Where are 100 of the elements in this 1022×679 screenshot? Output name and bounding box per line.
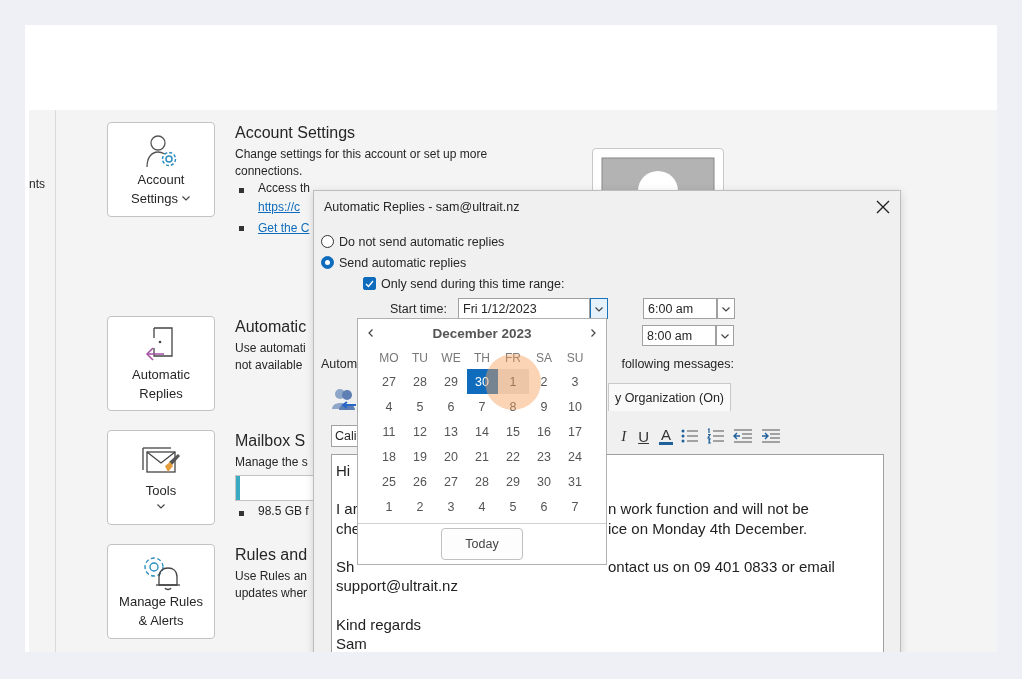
calendar-day[interactable]: 7	[559, 494, 591, 519]
weekday-label: MO	[378, 350, 400, 367]
caret-icon	[181, 193, 191, 203]
calendar-day[interactable]: 3	[559, 369, 591, 394]
tools-tile-button[interactable]: Tools	[107, 430, 215, 525]
close-button[interactable]	[876, 200, 890, 214]
time-field[interactable]: 8:00 am	[642, 325, 716, 346]
calendar-day[interactable]: 2	[528, 369, 560, 394]
section-description: updates wher	[235, 585, 308, 602]
calendar-day[interactable]: 5	[497, 494, 529, 519]
calendar-day[interactable]: 29	[497, 469, 529, 494]
calendar-day[interactable]: 11	[373, 419, 405, 444]
rules-tile-button[interactable]: Manage Rules & Alerts	[107, 544, 215, 639]
calendar-day[interactable]: 16	[528, 419, 560, 444]
numbered-list-icon[interactable]	[707, 428, 725, 444]
underline-button[interactable]: U	[636, 427, 651, 445]
calendar-day[interactable]: 26	[404, 469, 436, 494]
section-description: Use Rules an	[235, 568, 308, 585]
date-field[interactable]: Fri 1/12/2023	[458, 298, 590, 319]
italic-button[interactable]: I	[619, 427, 629, 445]
indent-icon[interactable]	[761, 428, 781, 444]
bullet-icon	[239, 226, 244, 231]
message-text: support@ultrait.nz	[336, 576, 458, 596]
people-icon[interactable]	[331, 387, 357, 411]
section-description: Manage the s	[235, 454, 309, 471]
checkbox[interactable]	[363, 277, 376, 290]
calendar-day[interactable]: 9	[528, 394, 560, 419]
calendar-day[interactable]: 30	[528, 469, 560, 494]
dropdown-button[interactable]	[716, 325, 734, 346]
radio-button[interactable]	[321, 235, 334, 248]
weekday-label: WE	[440, 350, 462, 367]
weekday-label: FR	[504, 350, 522, 367]
calendar-day[interactable]: 7	[466, 394, 498, 419]
message-text: Kind regards	[336, 614, 422, 634]
calendar-day[interactable]: 29	[435, 369, 467, 394]
dropdown-button[interactable]	[717, 298, 735, 319]
weekday-label: SU	[565, 350, 585, 367]
previous-month-button[interactable]	[366, 328, 376, 338]
tab[interactable]: y Organization (On)	[607, 383, 731, 411]
calendar-day[interactable]: 31	[559, 469, 591, 494]
dialog-title: Automatic Replies - sam@ultrait.nz	[324, 200, 520, 214]
checkbox-label: Only send during this time range:	[381, 276, 565, 291]
automatic-tile-button[interactable]: Automatic Replies	[107, 316, 215, 411]
radio-label: Send automatic replies	[339, 255, 467, 270]
calendar-day[interactable]: 27	[373, 369, 405, 394]
calendar-day[interactable]: 27	[435, 469, 467, 494]
calendar-day[interactable]: 30	[466, 369, 498, 394]
message-text: Hi	[336, 461, 351, 481]
message-text: Sam	[336, 633, 367, 652]
section-title: Account Settings	[235, 124, 357, 142]
font-field[interactable]: Cali	[331, 425, 358, 447]
account-tile-button[interactable]: Account Settings	[107, 122, 215, 217]
chevron-right-icon	[588, 328, 598, 338]
radio-button[interactable]	[321, 256, 334, 269]
month-title: December 2023	[432, 325, 532, 341]
section-title: Automatic	[235, 318, 307, 336]
section-description: Change settings for this account or set up more	[235, 146, 488, 163]
message-text: n work function and will not be	[608, 499, 809, 519]
message-text: Sh	[336, 556, 355, 577]
today-button[interactable]: Today	[441, 528, 523, 560]
weekday-label: SA	[535, 350, 553, 367]
dropdown-button[interactable]	[590, 298, 608, 319]
section-title: Mailbox S	[235, 432, 307, 450]
weekday-label: TU	[411, 350, 429, 367]
message-text: ontact us on 09 401 0833 or email	[608, 556, 835, 577]
bullet-text: Access th	[258, 180, 311, 197]
calendar-day[interactable]: 6	[435, 394, 467, 419]
calendar-day[interactable]: 3	[435, 494, 467, 519]
weekday-label: TH	[473, 350, 491, 367]
calendar-day[interactable]: 2	[404, 494, 436, 519]
calendar-day[interactable]: 1	[373, 494, 405, 519]
messages-label: Autom	[321, 357, 358, 371]
radio-label: Do not send automatic replies	[339, 234, 505, 249]
time-field[interactable]: 6:00 am	[643, 298, 717, 319]
calendar-day[interactable]: 10	[559, 394, 591, 419]
calendar-day[interactable]: 4	[373, 394, 405, 419]
message-text: I ar	[336, 499, 358, 519]
calendar-day[interactable]: 17	[559, 419, 591, 444]
calendar-day[interactable]: 13	[435, 419, 467, 444]
nav-item[interactable]: nts	[29, 177, 45, 191]
link[interactable]: Get the C	[258, 218, 310, 239]
outdent-icon[interactable]	[733, 428, 753, 444]
calendar-day[interactable]: 4	[466, 494, 498, 519]
link[interactable]: https://c	[258, 197, 311, 218]
calendar-day[interactable]: 5	[404, 394, 436, 419]
calendar-day[interactable]: 15	[497, 419, 529, 444]
calendar-day[interactable]: 25	[373, 469, 405, 494]
section-description: not available	[235, 357, 304, 374]
bullet-list-icon[interactable]	[681, 428, 699, 444]
caret-icon	[156, 501, 166, 511]
calendar-day[interactable]: 14	[466, 419, 498, 444]
calendar-day[interactable]: 12	[404, 419, 436, 444]
section-description: Use automati	[235, 340, 307, 357]
section-title: Rules and	[235, 546, 308, 564]
calendar-day[interactable]: 6	[528, 494, 560, 519]
next-month-button[interactable]	[588, 328, 598, 338]
calendar-day[interactable]: 28	[404, 369, 436, 394]
font-color-button[interactable]: A	[659, 427, 673, 445]
calendar-day[interactable]: 28	[466, 469, 498, 494]
bullet-text: 98.5 GB f	[258, 503, 309, 520]
